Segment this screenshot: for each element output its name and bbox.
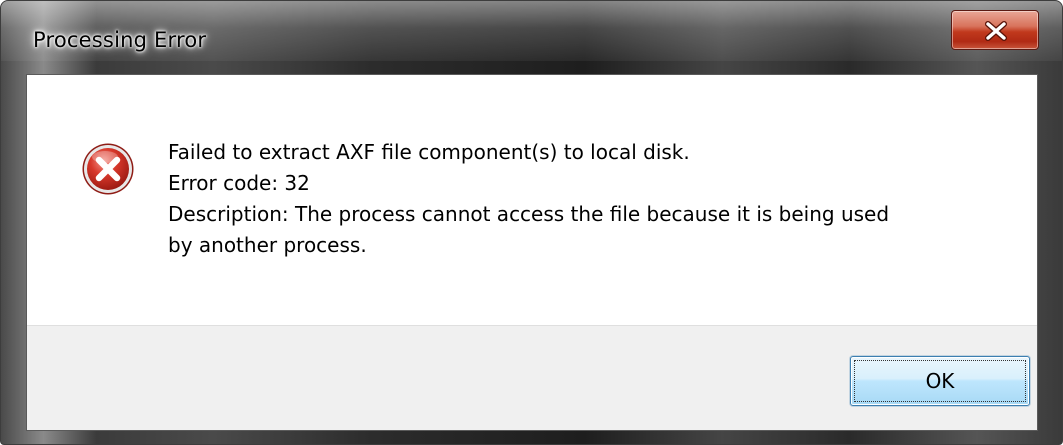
- description-line-continued: by another process.: [168, 233, 367, 257]
- title-bar[interactable]: Processing Error: [1, 1, 1062, 71]
- ok-button[interactable]: OK: [850, 356, 1030, 406]
- error-message: Failed to extract AXF file component(s) …: [168, 137, 998, 261]
- description-line: Description: The process cannot access t…: [168, 202, 890, 226]
- message-line: Failed to extract AXF file component(s) …: [168, 140, 690, 164]
- error-code-line: Error code: 32: [168, 171, 310, 195]
- error-icon: [82, 143, 134, 195]
- message-area: Failed to extract AXF file component(s) …: [27, 75, 1037, 325]
- close-icon: [985, 21, 1007, 41]
- ok-button-label: OK: [925, 369, 955, 393]
- button-area: OK: [27, 325, 1037, 430]
- window-title: Processing Error: [33, 28, 207, 52]
- dialog-client-area: Failed to extract AXF file component(s) …: [26, 74, 1038, 431]
- dialog-window: Processing Error Failed to extract AXF f…: [0, 0, 1063, 445]
- close-button[interactable]: [951, 10, 1039, 50]
